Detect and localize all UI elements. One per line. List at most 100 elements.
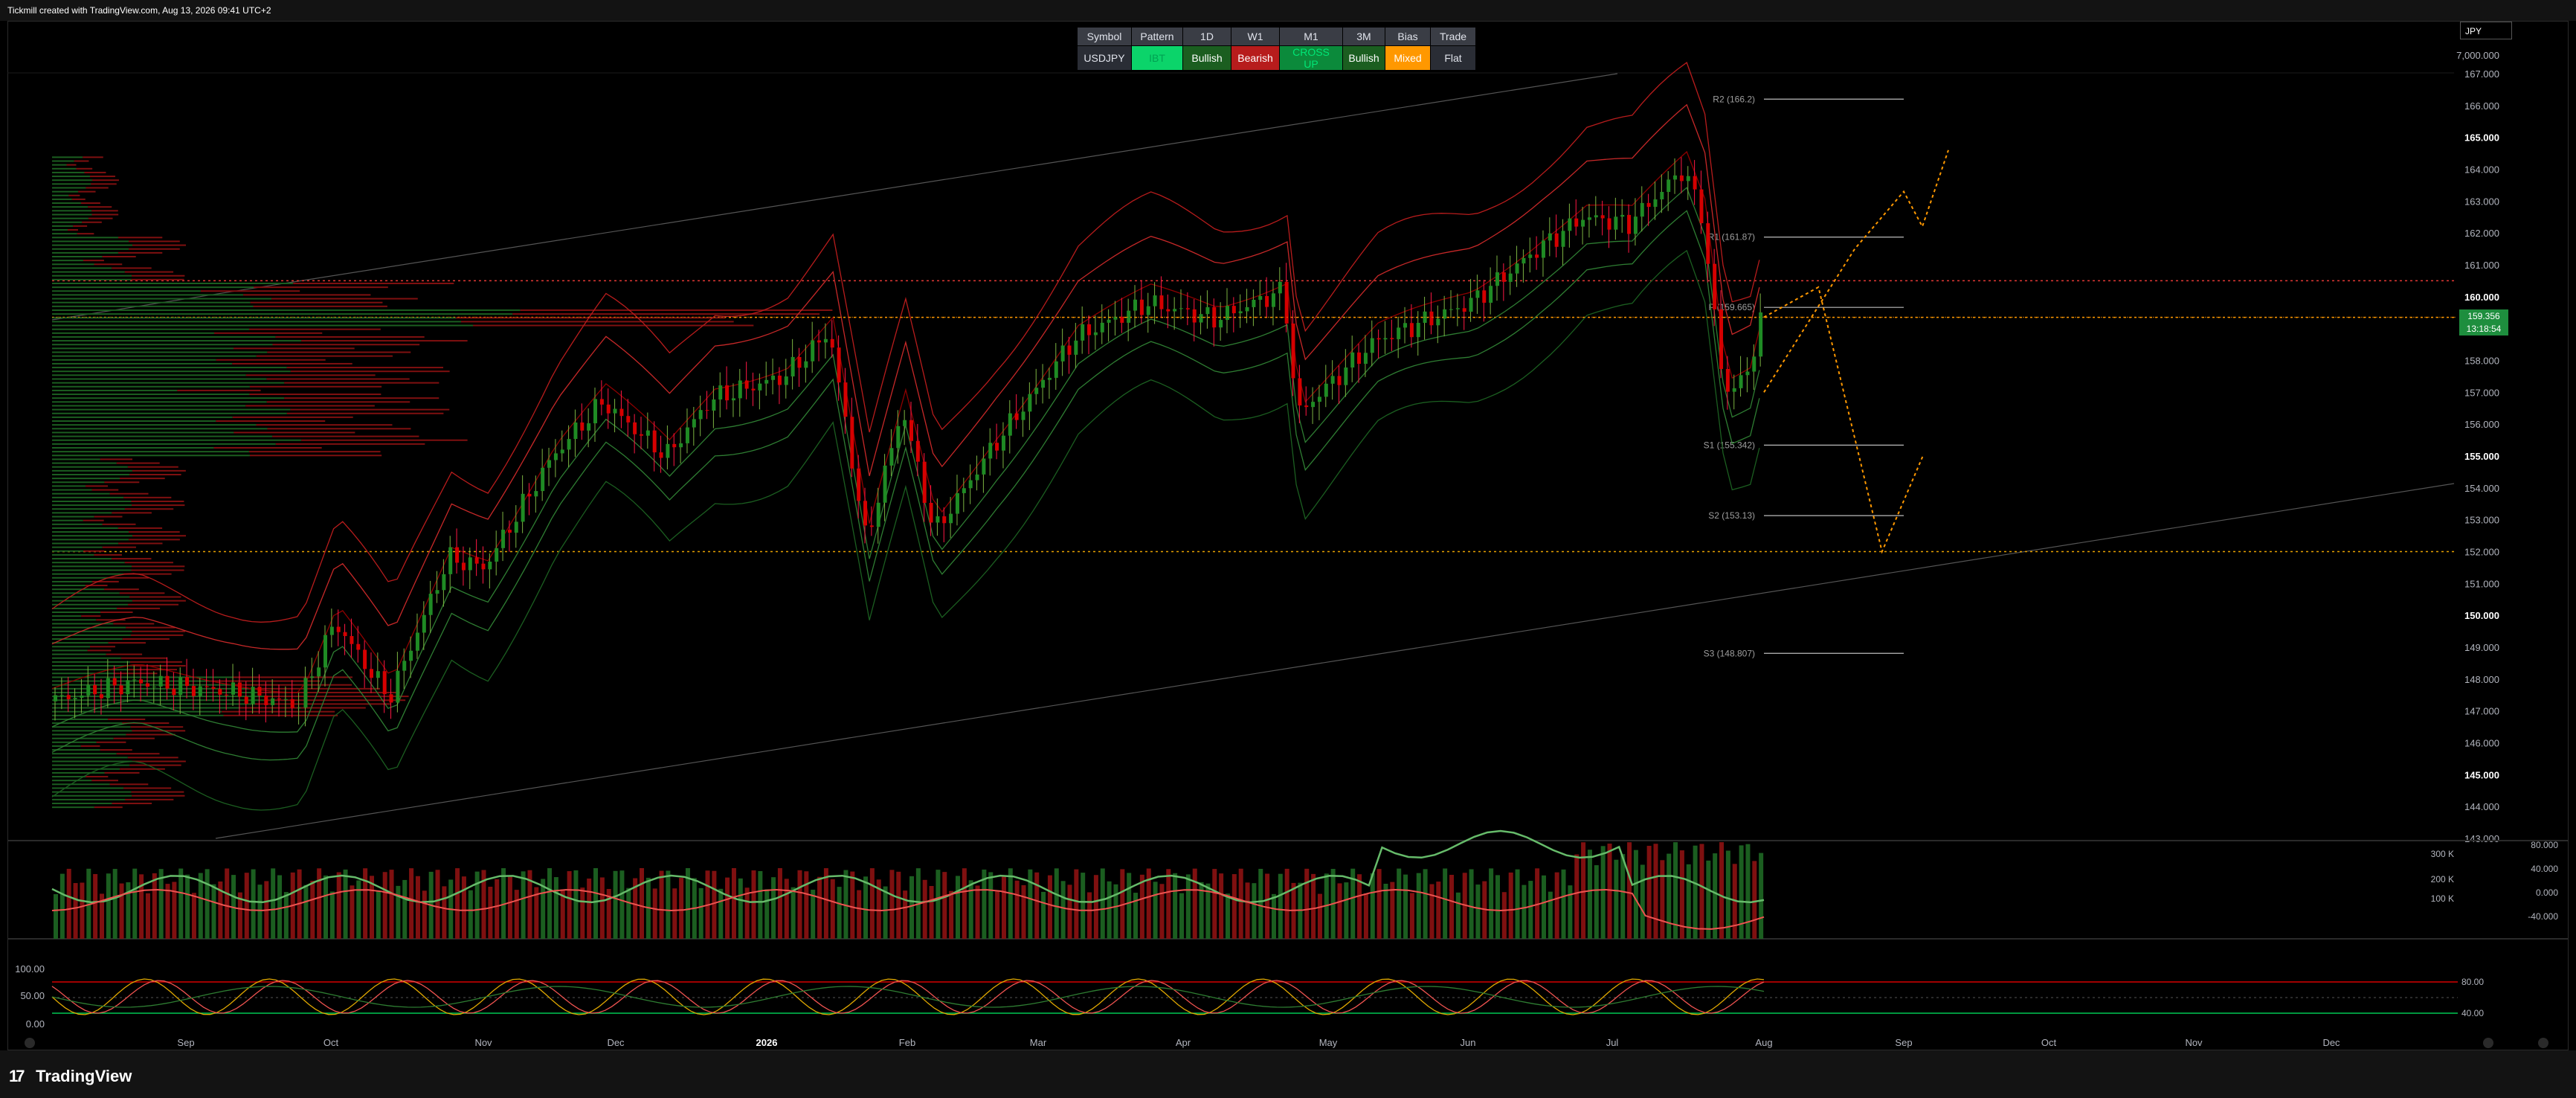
time-axis-label: May	[1319, 1037, 1338, 1048]
candle-body	[731, 398, 735, 401]
candle-body	[1127, 310, 1131, 323]
currency-selector[interactable]: JPY	[2460, 22, 2512, 39]
volume-profile-bar-sell	[177, 389, 261, 391]
candle-body	[626, 416, 631, 423]
tradingview-logo[interactable]: 17 TradingView	[9, 1067, 132, 1086]
volume-bar	[672, 888, 677, 939]
volume-bar	[1515, 869, 1520, 939]
candle-body	[850, 417, 854, 469]
volume-profile-bar-buy	[52, 527, 118, 529]
zoom-reset-icon[interactable]	[25, 1038, 35, 1048]
time-axis-label: 2026	[756, 1037, 778, 1048]
time-axis-label: Jun	[1461, 1037, 1476, 1048]
volume-profile-bar-sell	[130, 726, 184, 728]
volume-bar	[1554, 872, 1559, 939]
volume-profile-bar-sell	[88, 217, 113, 219]
volume-profile-bar-sell	[96, 741, 126, 743]
candle-body	[1548, 233, 1552, 241]
volume-bar	[495, 879, 500, 939]
candle-body	[343, 632, 347, 637]
volume-profile-bar-buy	[52, 160, 74, 162]
candle-body	[435, 590, 439, 594]
candle-body	[126, 680, 130, 695]
candle-body	[244, 696, 248, 704]
volume-bar	[1100, 868, 1105, 939]
volume-bar	[112, 869, 117, 939]
candle-body	[1028, 394, 1032, 412]
volume-profile-bar-sell	[216, 420, 326, 423]
candle-body	[889, 448, 894, 466]
volume-profile-bar-sell	[272, 435, 419, 437]
volume-profile-bar-buy	[52, 394, 250, 396]
price-axis-label: 158.000	[2464, 356, 2499, 367]
volume-axis2-label: -40.000	[2528, 911, 2558, 922]
volume-profile-bar-sell	[266, 378, 410, 380]
volume-bar	[949, 890, 954, 939]
volume-profile-bar-buy	[52, 347, 234, 350]
settings-icon[interactable]	[2538, 1038, 2548, 1048]
projection-path-bearish	[1763, 286, 1924, 554]
candle-body	[428, 594, 433, 615]
volume-profile-bar-buy	[52, 696, 266, 698]
candle-body	[1732, 388, 1736, 392]
candle-body	[593, 399, 598, 424]
candle-body	[455, 547, 460, 563]
volume-bar	[350, 885, 355, 939]
volume-profile-bar-sell	[77, 233, 94, 235]
candle-body	[73, 698, 77, 699]
volume-bar	[1179, 893, 1185, 939]
volume-profile-bar-buy	[52, 707, 241, 709]
projection-path-bullish	[1763, 150, 1949, 393]
volume-profile-bar-buy	[52, 684, 232, 686]
volume-profile-bar-sell	[108, 642, 146, 644]
candle-body	[1205, 306, 1210, 315]
volume-bar	[1495, 875, 1500, 939]
volume-profile-bar-buy	[52, 405, 246, 407]
volume-profile-bar-buy	[52, 710, 222, 713]
volume-bar	[587, 879, 592, 939]
chart-canvas[interactable]: 143.000 144.000 145.000 146.000 147.000 148.0…	[0, 0, 2576, 1098]
osc-axis-label: 0.00	[26, 1018, 45, 1030]
volume-profile-bar-buy	[52, 771, 105, 774]
volume-profile-bar-sell	[130, 634, 184, 636]
candle-body	[99, 694, 103, 699]
volume-profile-bar-buy	[52, 791, 132, 793]
volume-profile-bar-buy	[52, 691, 261, 693]
price-axis-label: 154.000	[2464, 483, 2499, 494]
volume-profile-bar-sell	[125, 798, 174, 800]
auto-scale-icon[interactable]	[2483, 1038, 2493, 1048]
candle-body	[336, 626, 341, 632]
candle-body	[771, 375, 776, 380]
volume-bar	[955, 876, 960, 939]
volume-profile-bar-sell	[131, 565, 185, 568]
volume-bar	[132, 868, 138, 939]
last-price-tag: 159.356	[2459, 309, 2508, 323]
candles	[54, 157, 1763, 727]
candle-body	[66, 695, 71, 699]
candle-body	[231, 682, 236, 695]
volume-bar	[119, 883, 124, 939]
candle-body	[995, 443, 999, 451]
volume-profile-bar-sell	[109, 783, 149, 786]
candle-body	[1679, 175, 1684, 182]
volume-profile-bar-buy	[52, 202, 81, 205]
volume-profile-bar-sell	[267, 351, 411, 353]
candle-body	[54, 695, 57, 702]
volume-osc-red	[51, 888, 1765, 930]
volume-profile-bar-sell	[83, 519, 104, 521]
volume-profile-bar-buy	[52, 661, 130, 663]
volume-profile-bar-buy	[52, 462, 117, 464]
candle-body	[823, 338, 828, 343]
volume-bar	[303, 884, 309, 939]
volume-bar	[889, 870, 895, 939]
volume-bar	[599, 877, 605, 939]
volume-profile-bar-sell	[249, 328, 381, 330]
volume-bar	[59, 873, 65, 939]
volume-profile-bar-sell	[120, 478, 165, 480]
volume-profile-bar-buy	[52, 569, 132, 571]
volume-bar	[698, 887, 703, 939]
candle-body	[488, 562, 492, 570]
volume-profile-bar-buy	[52, 806, 94, 809]
candle-body	[1725, 369, 1730, 392]
volume-profile-bar-sell	[113, 737, 155, 739]
